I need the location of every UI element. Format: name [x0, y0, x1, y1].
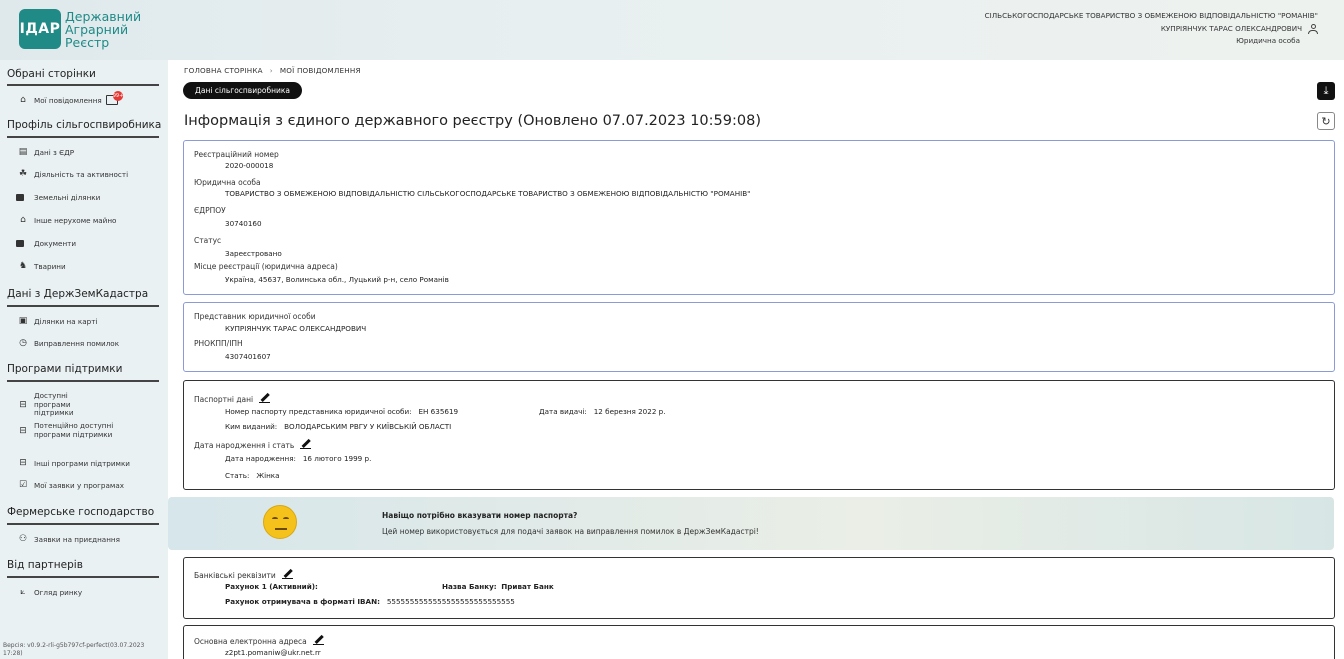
divider: [7, 523, 159, 525]
representative-name: КУПРІЯНЧУК ТАРАС ОЛЕКСАНДРОВИЧ: [225, 324, 367, 333]
join-requests-icon: ⚇: [18, 534, 28, 544]
banner-title: Навіщо потрібно вказувати номер паспорта…: [382, 511, 578, 520]
notification-icon: 99+: [105, 91, 123, 105]
representative-card: Представник юридичної особи КУПРІЯНЧУК Т…: [183, 302, 1335, 372]
thinking-face-icon: [263, 505, 297, 539]
documents-icon: [16, 238, 28, 248]
registry-status: Зареєстровано: [225, 249, 282, 258]
sidebar-item-available-programs[interactable]: ⊟ Доступні програми підтримки: [18, 391, 166, 418]
sidebar-item-documents[interactable]: Документи: [16, 238, 166, 248]
logo-badge: ІДАР: [19, 9, 61, 49]
sex-value: Жінка: [256, 471, 280, 480]
iban-value: 5555555555555555555555555555: [386, 597, 515, 606]
breadcrumb-home[interactable]: ГОЛОВНА СТОРІНКА: [184, 66, 263, 75]
sidebar-item-my-applications[interactable]: ☑ Мої заявки у програмах: [18, 480, 166, 490]
sidebar-item-potential-programs[interactable]: ⊟ Потенційно доступні програми підтримки: [18, 421, 166, 439]
divider: [7, 136, 159, 138]
divider: [7, 380, 159, 382]
banner-text: Цей номер використовується для подачі за…: [382, 527, 759, 536]
sidebar-item-property[interactable]: ⌂ Інше нерухоме майно: [18, 215, 166, 225]
logo[interactable]: ІДАР Державний Аграрний Реєстр: [19, 9, 141, 49]
programs-other-icon: ⊟: [19, 458, 27, 468]
sidebar: Обрані сторінки ⌂ Мої повідомлення 99+ П…: [0, 60, 168, 659]
programs-potential-icon: ⊟: [19, 425, 27, 436]
sidebar-section-title: Програми підтримки: [7, 363, 123, 375]
account-info: СІЛЬСЬКОГОСПОДАРСЬКЕ ТОВАРИСТВО З ОБМЕЖЕ…: [985, 10, 1318, 48]
passport-card: Паспортні дані Номер паспорту представни…: [183, 380, 1335, 490]
edrpou-code: 30740160: [225, 219, 262, 228]
sidebar-item-map[interactable]: ▣ Ділянки на карті: [18, 316, 166, 326]
property-icon: ⌂: [20, 215, 26, 225]
edit-email-icon[interactable]: [312, 634, 324, 646]
fix-errors-icon: ◷: [19, 338, 27, 348]
sidebar-section-title: Обрані сторінки: [7, 68, 96, 80]
version-info: Версія: v0.9.2-rli-g5b797cf-perfect(03.0…: [3, 642, 145, 657]
animals-icon: ♞: [18, 261, 28, 271]
sidebar-item-other-programs[interactable]: ⊟ Інші програми підтримки: [18, 458, 166, 468]
refresh-button[interactable]: ↻: [1317, 112, 1335, 130]
divider: [7, 305, 159, 307]
divider: [7, 84, 159, 86]
entity-name: ТОВАРИСТВО З ОБМЕЖЕНОЮ ВІДПОВІДАЛЬНІСТЮ …: [225, 189, 751, 198]
sidebar-item-activity[interactable]: ☘ Діяльність та активності: [18, 169, 166, 179]
email-value: z2pt1.pomaniw@ukr.net.rr: [225, 648, 321, 657]
page-title: Інформація з єдиного державного реєстру …: [184, 113, 761, 129]
download-icon: ⤓: [1323, 84, 1329, 97]
passport-info-banner: Навіщо потрібно вказувати номер паспорта…: [168, 497, 1334, 550]
market-icon: ⟀: [20, 587, 26, 597]
activity-icon: ☘: [18, 169, 28, 179]
email-card: Основна електронна адреса z2pt1.pomaniw@…: [183, 625, 1335, 659]
divider: [7, 576, 159, 578]
sidebar-item-fix-errors[interactable]: ◷ Виправлення помилок: [18, 338, 166, 348]
rnokpp-code: 4307401607: [225, 352, 271, 361]
applications-icon: ☑: [18, 480, 28, 490]
legal-address: Україна, 45637, Волинська обл., Луцький …: [225, 275, 449, 284]
edit-birth-icon[interactable]: [300, 438, 312, 450]
map-icon: ▣: [18, 316, 28, 326]
logo-text: Державний Аграрний Реєстр: [65, 8, 142, 50]
registry-card: Реєстраційний номер 2020-000018 Юридична…: [183, 140, 1335, 295]
sidebar-item-animals[interactable]: ♞ Тварини: [18, 261, 166, 271]
app-header: ІДАР Державний Аграрний Реєстр СІЛЬСЬКОГ…: [0, 0, 1344, 60]
user-role: Юридична особа: [1236, 36, 1300, 45]
programs-icon: ⊟: [19, 399, 27, 410]
passport-issue-date: 12 березня 2022 р.: [593, 407, 666, 416]
registration-number: 2020-000018: [225, 161, 274, 170]
sidebar-item-market-overview[interactable]: ⟀ Огляд ринку: [18, 587, 166, 597]
refresh-icon: ↻: [1321, 114, 1331, 128]
home-icon: ⌂: [20, 95, 26, 105]
sidebar-section-title: Фермерське господарство: [7, 506, 155, 518]
sidebar-item-land[interactable]: Земельні ділянки: [16, 192, 166, 202]
breadcrumb: ГОЛОВНА СТОРІНКА › МОЇ ПОВІДОМЛЕННЯ: [184, 66, 361, 75]
user-name[interactable]: КУПРІЯНЧУК ТАРАС ОЛЕКСАНДРОВИЧ: [1161, 23, 1302, 36]
edit-passport-icon[interactable]: [259, 392, 271, 404]
bank-card: Банківські реквізити Рахунок 1 (Активний…: [183, 557, 1335, 619]
download-button[interactable]: ⤓: [1317, 82, 1335, 100]
sidebar-item-messages[interactable]: ⌂ Мої повідомлення 99+: [18, 91, 166, 105]
user-icon[interactable]: [1308, 23, 1318, 34]
birth-date: 16 лютого 1999 р.: [302, 454, 372, 463]
sidebar-item-edr-data[interactable]: ▤ Дані з ЄДР: [18, 147, 166, 157]
sidebar-section-title: Дані з ДержЗемКадастра: [7, 288, 149, 300]
edit-bank-icon[interactable]: [281, 568, 293, 580]
account-label: Рахунок 1 (Активний):: [225, 582, 318, 591]
breadcrumb-current: МОЇ ПОВІДОМЛЕННЯ: [279, 66, 361, 75]
sidebar-section-title: Від партнерів: [7, 559, 83, 571]
sidebar-item-join-requests[interactable]: ⚇ Заявки на приєднання: [18, 534, 166, 544]
tab-producer-data[interactable]: Дані сільгоспвиробника: [183, 82, 302, 99]
notification-badge: 99+: [112, 91, 124, 101]
chevron-right-icon: ›: [269, 66, 273, 75]
passport-issued-by: ВОЛОДАРСЬКИМ РВГУ У КИЇВСЬКІЙ ОБЛАСТІ: [284, 422, 452, 431]
sidebar-section-title: Профіль сільгоспвиробника: [7, 119, 162, 131]
bank-name: Приват Банк: [501, 582, 554, 591]
land-icon: [16, 192, 28, 202]
passport-number: ЕН 635619: [418, 407, 459, 416]
registry-icon: ▤: [18, 147, 28, 157]
organization-name: СІЛЬСЬКОГОСПОДАРСЬКЕ ТОВАРИСТВО З ОБМЕЖЕ…: [984, 11, 1318, 20]
